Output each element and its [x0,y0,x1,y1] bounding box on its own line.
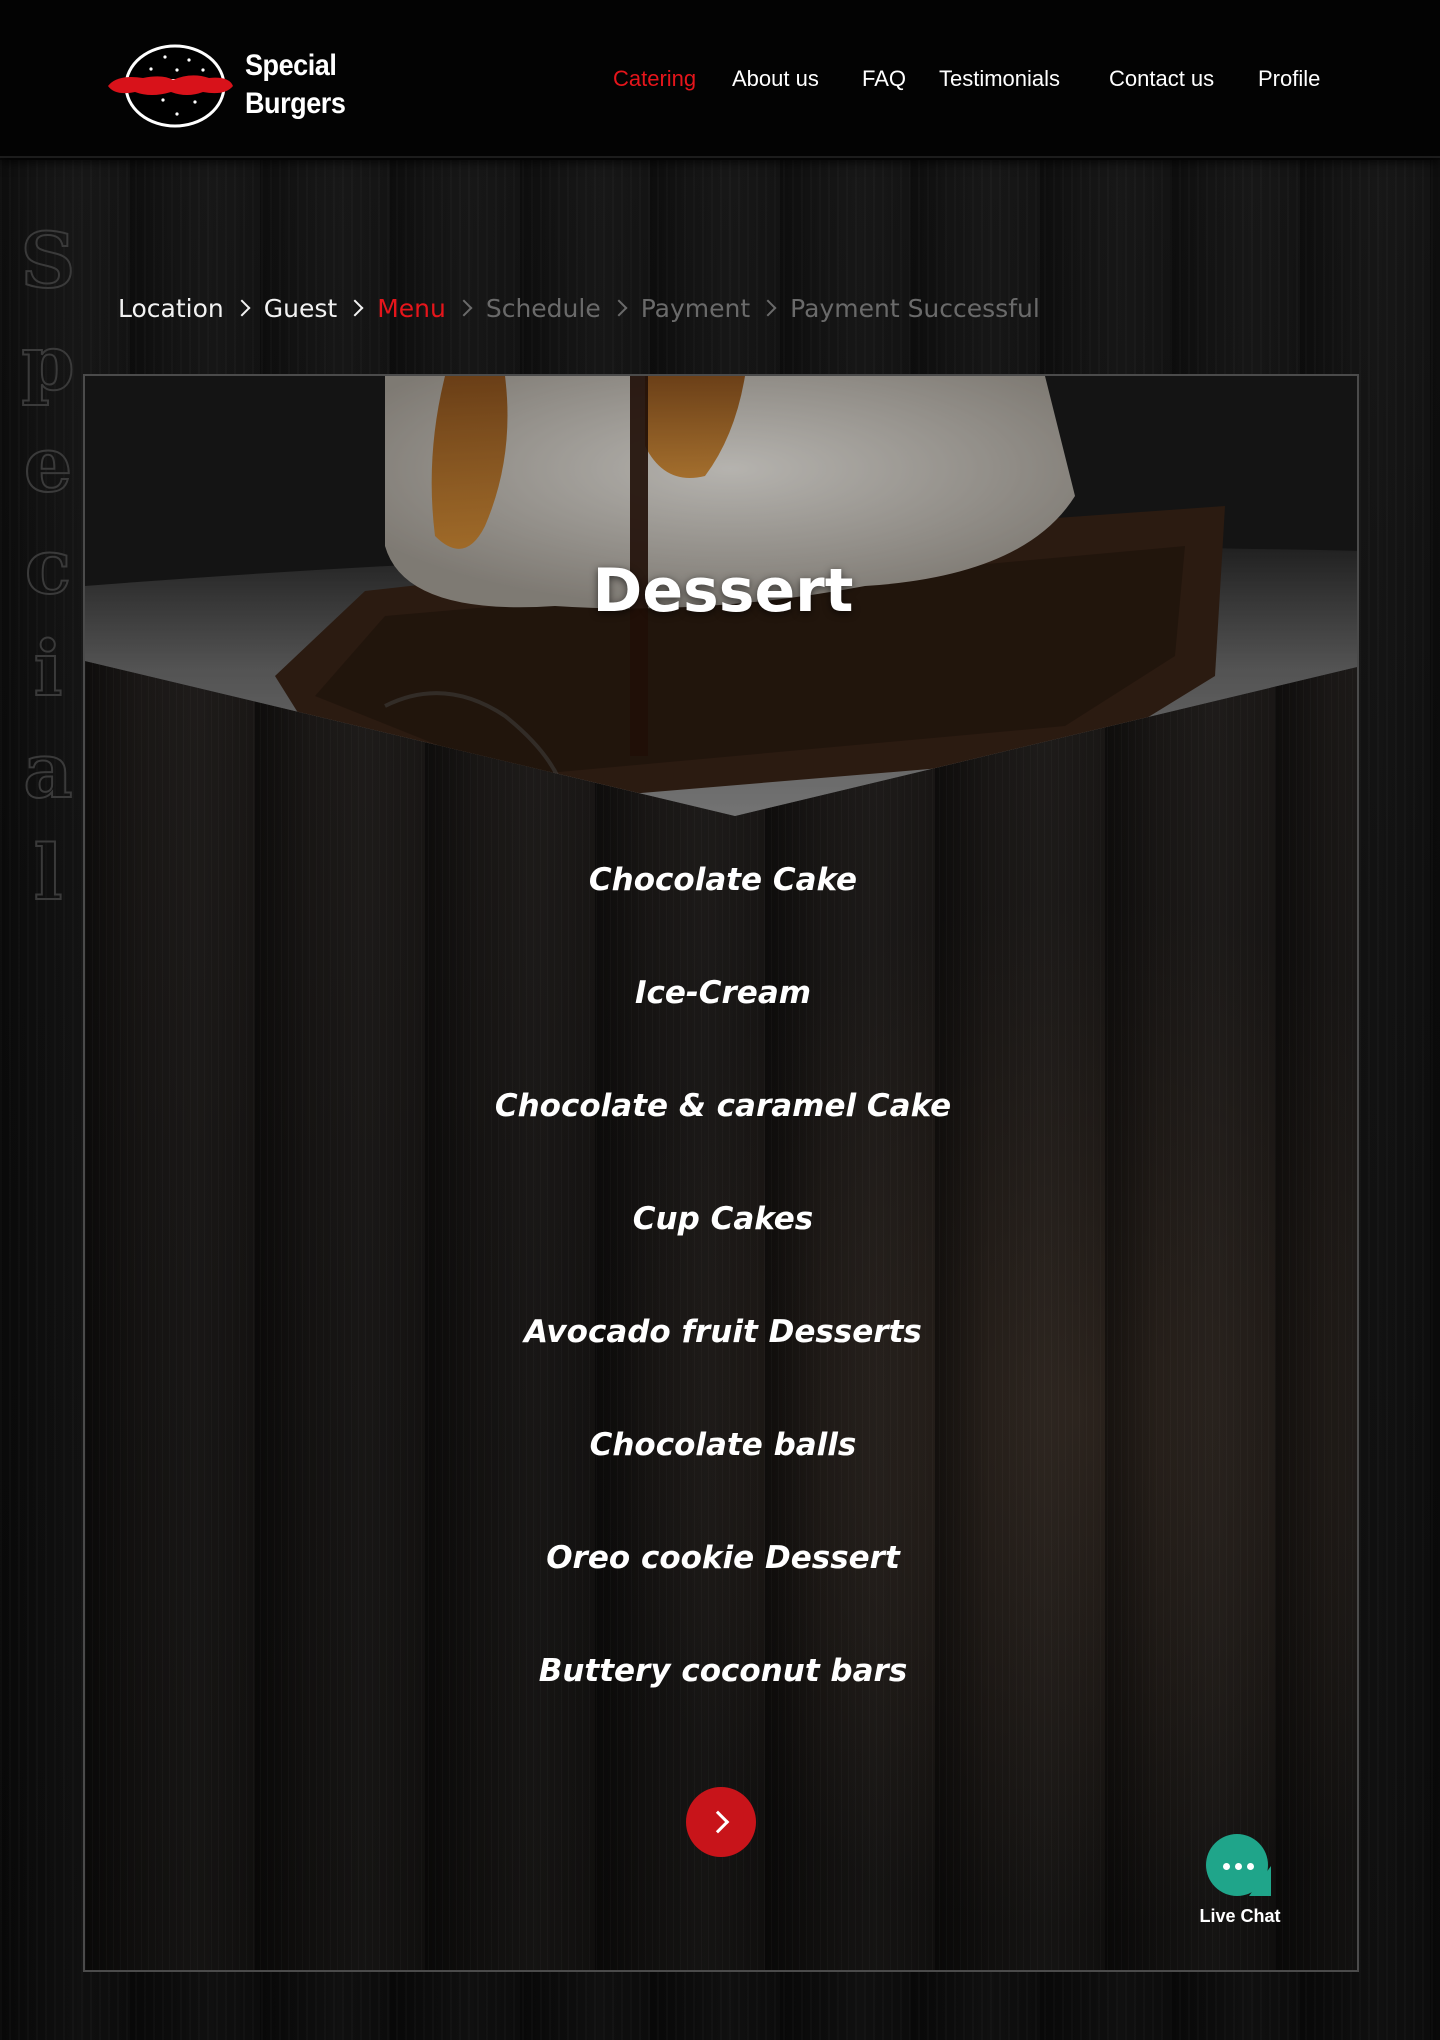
chevron-right-icon [759,299,777,317]
nav-profile[interactable]: Profile [1258,66,1320,92]
nav-testimonials[interactable]: Testimonials [939,66,1060,92]
booking-steps-breadcrumb: Location Guest Menu Schedule Payment Pay… [118,290,1040,326]
dessert-menu-list: Chocolate Cake Ice-Cream Chocolate & car… [85,860,1357,1764]
step-payment-successful: Payment Successful [790,293,1040,323]
live-chat-label: Live Chat [1199,1906,1281,1926]
category-title: Dessert [592,556,854,626]
menu-item-avocado-fruit-desserts[interactable]: Avocado fruit Desserts [85,1312,1357,1425]
menu-item-buttery-coconut-bars[interactable]: Buttery coconut bars [85,1651,1357,1764]
chevron-right-icon [610,299,628,317]
step-location[interactable]: Location [118,294,224,323]
step-menu[interactable]: Menu [377,294,446,323]
side-letter: i [33,623,64,714]
nav-catering[interactable]: Catering [613,66,696,92]
side-letter: e [23,419,73,510]
side-letter: p [20,317,75,408]
main-nav: Catering About us FAQ Testimonials Conta… [0,66,1440,94]
nav-contact-us[interactable]: Contact us [1109,66,1214,92]
decorative-vertical-word: S p e c i a l [18,210,78,924]
menu-panel: Dessert Chocolate Cake Ice-Cream Chocola… [83,374,1359,1972]
live-chat-widget[interactable]: Live Chat [1195,1832,1285,1932]
ellipsis-icon [1223,1863,1254,1870]
step-guest[interactable]: Guest [264,294,337,323]
next-step-button[interactable] [686,1787,756,1857]
nav-about-us[interactable]: About us [732,66,819,92]
side-letter: S [20,215,77,306]
site-header: Special Burgers Catering About us FAQ Te… [0,0,1440,158]
chevron-right-icon [455,299,473,317]
side-letter: a [22,725,73,816]
chevron-right-icon [233,299,251,317]
chevron-right-icon [706,1810,730,1834]
menu-item-ice-cream[interactable]: Ice-Cream [85,973,1357,1086]
menu-item-oreo-cookie-dessert[interactable]: Oreo cookie Dessert [85,1538,1357,1651]
chat-bubble-tail [1249,1866,1271,1896]
side-letter: c [24,521,72,612]
menu-item-cup-cakes[interactable]: Cup Cakes [85,1199,1357,1312]
side-letter: l [33,827,64,918]
menu-item-chocolate-caramel-cake[interactable]: Chocolate & caramel Cake [85,1086,1357,1199]
step-payment: Payment [640,293,751,323]
nav-faq[interactable]: FAQ [862,66,906,92]
step-schedule: Schedule [485,293,601,323]
chevron-right-icon [346,299,364,317]
menu-item-chocolate-balls[interactable]: Chocolate balls [85,1425,1357,1538]
menu-item-chocolate-cake[interactable]: Chocolate Cake [85,860,1357,973]
